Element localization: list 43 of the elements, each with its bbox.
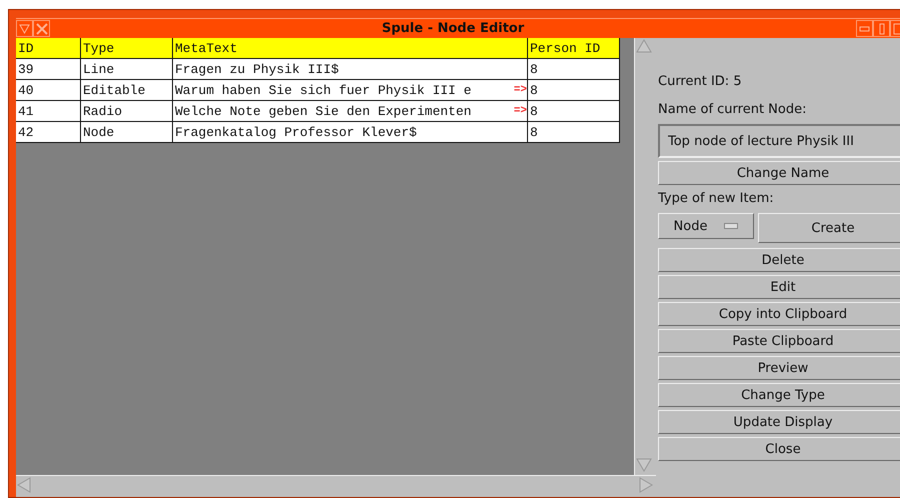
- action-button[interactable]: Edit: [658, 275, 900, 299]
- close-icon[interactable]: [33, 20, 50, 37]
- type-dropdown[interactable]: Node: [658, 213, 754, 239]
- current-id-label: Current ID: 5: [658, 73, 743, 91]
- table-cell: 8: [528, 101, 620, 122]
- table-cell: 8: [528, 59, 620, 80]
- column-header[interactable]: Person ID: [528, 38, 620, 59]
- table-cell: Node: [81, 122, 173, 143]
- action-button[interactable]: Paste Clipboard: [658, 329, 900, 353]
- type-label: Type of new Item:: [658, 190, 775, 208]
- action-button[interactable]: Update Display: [658, 410, 900, 434]
- name-label: Name of current Node:: [658, 101, 808, 119]
- dropdown-indicator-icon: [724, 223, 738, 229]
- cell-text: Fragen zu Physik III$: [175, 61, 339, 79]
- menu-icon[interactable]: [16, 20, 33, 37]
- table-cell: Line: [81, 59, 173, 80]
- maximize-icon[interactable]: [873, 20, 890, 37]
- table-cell: Radio: [81, 101, 173, 122]
- action-button[interactable]: Delete: [658, 248, 900, 272]
- action-button[interactable]: Change Type: [658, 383, 900, 407]
- action-button[interactable]: Copy into Clipboard: [658, 302, 900, 326]
- name-field[interactable]: Top node of lecture Physik III: [658, 124, 900, 158]
- table-cell: 39: [16, 59, 81, 80]
- minimize-icon[interactable]: [856, 20, 873, 37]
- cell-text: Fragenkatalog Professor Klever$: [175, 124, 417, 142]
- table-cell: 8: [528, 80, 620, 101]
- action-button[interactable]: Close: [658, 437, 900, 461]
- overflow-marker: =>: [514, 104, 527, 119]
- column-header[interactable]: Type: [81, 38, 173, 59]
- cell-text: Welche Note geben Sie den Experimenten: [175, 103, 472, 121]
- table-cell: Editable: [81, 80, 173, 101]
- table-cell: 8: [528, 122, 620, 143]
- change-name-button[interactable]: Change Name: [658, 161, 900, 185]
- cell-text: Warum haben Sie sich fuer Physik III e: [175, 82, 472, 100]
- action-button[interactable]: Preview: [658, 356, 900, 380]
- table-cell: 40: [16, 80, 81, 101]
- table-cell: 41: [16, 101, 81, 122]
- overflow-marker: =>: [514, 83, 527, 98]
- column-header[interactable]: MetaText: [173, 38, 528, 59]
- table-cell: 42: [16, 122, 81, 143]
- window-title: Spule - Node Editor: [380, 21, 526, 36]
- column-header[interactable]: ID: [16, 38, 81, 59]
- create-button[interactable]: Create: [758, 213, 900, 243]
